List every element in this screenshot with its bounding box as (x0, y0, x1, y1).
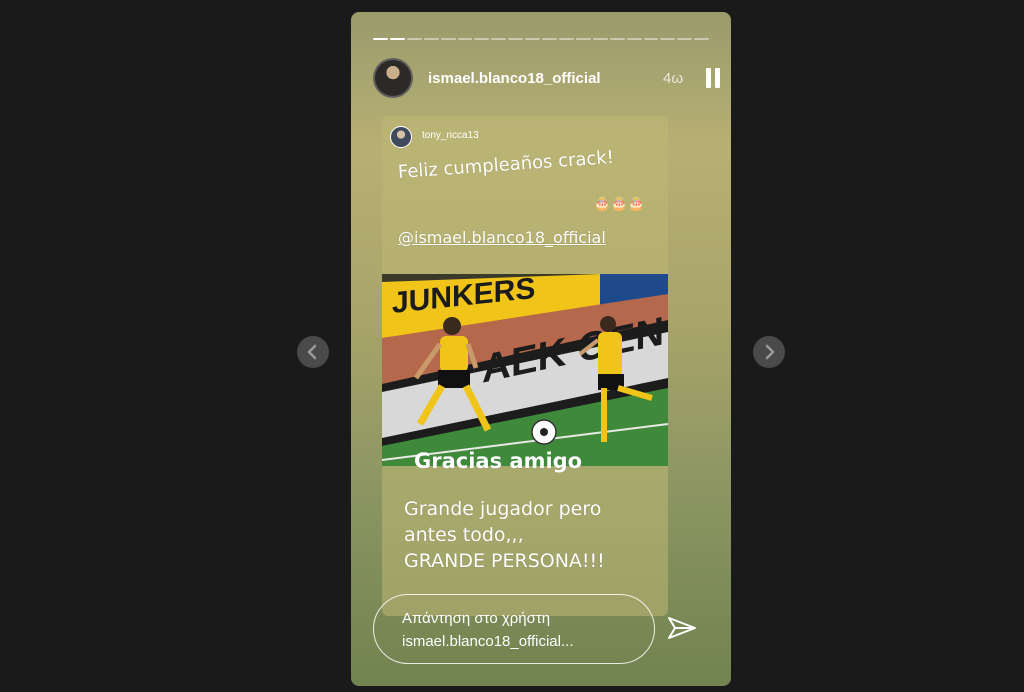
progress-segment (525, 38, 541, 40)
reshared-username[interactable]: tony_ricca13 (422, 130, 479, 141)
chevron-right-icon (765, 344, 775, 360)
progress-segment (406, 38, 422, 40)
caption-line: antes todo,,, (404, 524, 524, 546)
progress-segment (440, 38, 456, 40)
progress-segment (542, 38, 557, 40)
mention-link[interactable]: @ismael.blanco18_official (398, 228, 606, 247)
progress-segment (491, 38, 507, 40)
next-story-button[interactable] (753, 336, 785, 368)
football-photo: JUNKERS AEK ΘΕΝ (382, 274, 668, 466)
reply-placeholder-line1: Απάντηση στο χρήστη (402, 610, 551, 627)
pause-button[interactable] (705, 68, 721, 88)
story-viewer[interactable]: ismael.blanco18_official 4ω tony_ricca13… (351, 12, 731, 686)
reshared-story-card[interactable]: tony_ricca13 Feliz cumpleaños crack! 🎂🎂🎂… (382, 116, 668, 616)
progress-segment (660, 38, 676, 40)
send-icon[interactable] (665, 612, 699, 646)
chevron-left-icon (307, 344, 317, 360)
cake-emoji: 🎂🎂🎂 (594, 196, 646, 211)
story-username[interactable]: ismael.blanco18_official (428, 70, 601, 87)
pause-icon-bar (715, 68, 720, 88)
progress-segment (373, 38, 388, 40)
progress-segment (508, 38, 524, 40)
previous-story-button[interactable] (297, 336, 329, 368)
progress-segment (609, 38, 625, 40)
story-progress-bar (373, 38, 710, 40)
progress-segment (626, 38, 642, 40)
progress-segment (643, 38, 659, 40)
story-header: ismael.blanco18_official 4ω (371, 56, 731, 102)
reply-placeholder-line2: ismael.blanco18_official... (402, 633, 574, 650)
progress-segment (592, 38, 608, 40)
avatar[interactable] (390, 126, 412, 148)
greeting-text: Feliz cumpleaños crack! (397, 146, 615, 183)
pause-icon (706, 68, 711, 88)
progress-segment (474, 38, 490, 40)
progress-segment (423, 38, 439, 40)
progress-segment (694, 38, 710, 40)
progress-segment (575, 38, 591, 40)
avatar[interactable] (373, 58, 413, 98)
progress-segment (558, 38, 574, 40)
reply-input[interactable]: Απάντηση στο χρήστη ismael.blanco18_offi… (373, 594, 655, 664)
caption-line: GRANDE PERSONA!!! (404, 550, 605, 572)
progress-segment (457, 38, 473, 40)
caption-line: Grande jugador pero (404, 498, 602, 520)
caption-title: Gracias amigo (414, 449, 583, 473)
progress-segment (677, 38, 693, 40)
caption-text: Grande jugador pero antes todo,,, GRANDE… (404, 496, 664, 574)
progress-segment (389, 38, 405, 40)
story-timestamp: 4ω (663, 70, 684, 87)
